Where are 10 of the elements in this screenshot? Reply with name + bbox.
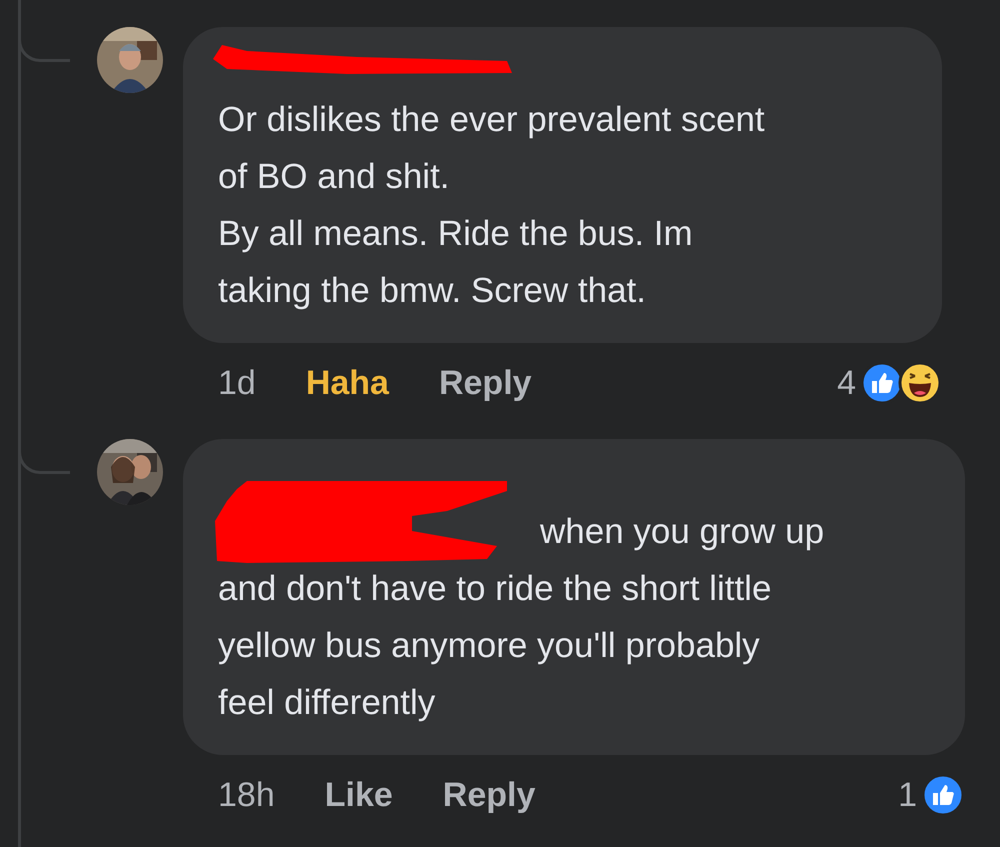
reaction-link[interactable]: Like xyxy=(324,776,393,814)
reaction-count: 1 xyxy=(898,776,917,814)
comment-time: 18h xyxy=(218,776,275,814)
comment-text: when you grow up and don't have to ride the short little yellow bus anymore you'll probably feel differently xyxy=(218,511,826,724)
reaction-count: 4 xyxy=(837,364,856,402)
comment-time: 1d xyxy=(218,364,256,402)
reply-link[interactable]: Reply xyxy=(442,776,536,814)
reply-link[interactable]: Reply xyxy=(438,364,532,402)
comment-text: Or dislikes the ever prevalent scent of BO and shit. By all means. Ride the bus. Im taking the bmw. Screw that. xyxy=(218,99,766,312)
reaction-link[interactable]: Haha xyxy=(306,364,389,402)
